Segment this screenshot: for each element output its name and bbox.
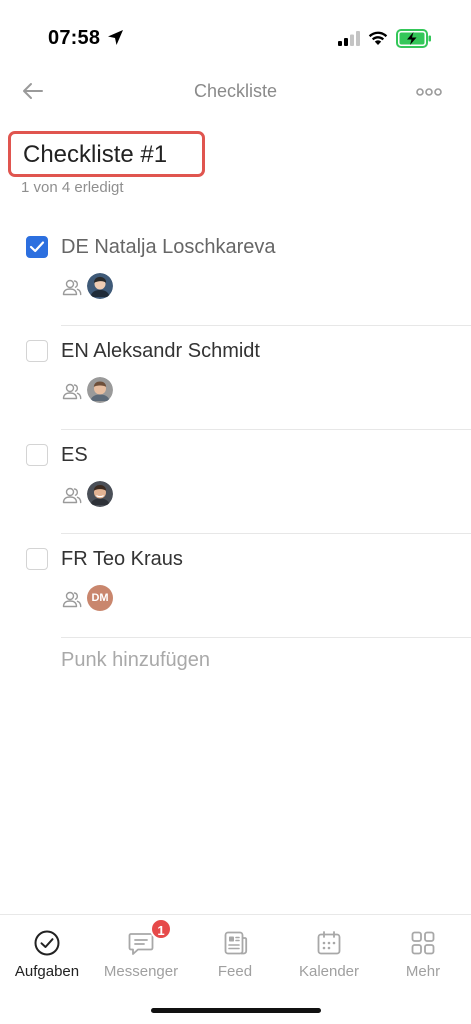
nav-bar: Checkliste: [0, 76, 471, 108]
battery-charging-icon: [396, 29, 431, 48]
newspaper-icon: [224, 931, 248, 955]
people-icon[interactable]: [62, 486, 82, 504]
checkmark-icon: [29, 241, 45, 253]
avatar[interactable]: [87, 273, 113, 299]
checklist-item-label[interactable]: DE Natalja Loschkareva: [61, 236, 276, 259]
wifi-icon: [368, 31, 388, 45]
home-indicator: [151, 1008, 321, 1013]
checklist-item: FR Teo Kraus DM: [0, 534, 471, 638]
grid-icon: [411, 931, 435, 955]
avatar-initials[interactable]: DM: [87, 585, 113, 611]
checklist-item-label[interactable]: FR Teo Kraus: [61, 548, 183, 571]
checkbox-unchecked[interactable]: [26, 548, 48, 570]
tab-mehr[interactable]: Mehr: [376, 915, 470, 995]
tab-feed[interactable]: Feed: [188, 915, 282, 995]
more-dots-icon[interactable]: [414, 82, 444, 102]
status-time: 07:58: [48, 27, 101, 49]
tab-label: Kalender: [298, 963, 360, 980]
checklist-item: EN Aleksandr Schmidt: [0, 326, 471, 430]
check-circle-icon: [34, 930, 60, 956]
tab-label: Messenger: [103, 963, 179, 980]
divider: [61, 637, 471, 638]
checklist: DE Natalja Loschkareva EN Aleksandr Schm…: [0, 222, 471, 638]
checkbox-unchecked[interactable]: [26, 340, 48, 362]
cellular-signal-icon: [338, 31, 360, 46]
checklist-item: DE Natalja Loschkareva: [0, 222, 471, 326]
people-icon[interactable]: [62, 278, 82, 296]
tab-messenger[interactable]: 1 Messenger: [94, 915, 188, 995]
tab-label: Mehr: [405, 963, 441, 980]
location-arrow-icon: [108, 30, 123, 45]
status-bar: 07:58: [0, 0, 471, 76]
checklist-item-label[interactable]: ES: [61, 444, 88, 467]
page-title[interactable]: Checkliste #1: [23, 141, 167, 169]
checkbox-checked[interactable]: [26, 236, 48, 258]
avatar[interactable]: [87, 377, 113, 403]
tab-kalender[interactable]: Kalender: [282, 915, 376, 995]
checklist-item: ES: [0, 430, 471, 534]
people-icon[interactable]: [62, 590, 82, 608]
avatar[interactable]: [87, 481, 113, 507]
checkbox-unchecked[interactable]: [26, 444, 48, 466]
title-highlight: Checkliste #1: [8, 131, 205, 177]
tab-aufgaben[interactable]: Aufgaben: [0, 915, 94, 995]
progress-text: 1 von 4 erledigt: [21, 179, 124, 196]
people-icon[interactable]: [62, 382, 82, 400]
tab-label: Aufgaben: [14, 963, 80, 980]
calendar-icon: [317, 931, 341, 955]
messenger-badge: 1: [150, 918, 172, 940]
checklist-item-label[interactable]: EN Aleksandr Schmidt: [61, 340, 260, 363]
tab-label: Feed: [217, 963, 253, 980]
nav-title: Checkliste: [193, 81, 278, 101]
add-item-input[interactable]: Punk hinzufügen: [61, 649, 210, 672]
